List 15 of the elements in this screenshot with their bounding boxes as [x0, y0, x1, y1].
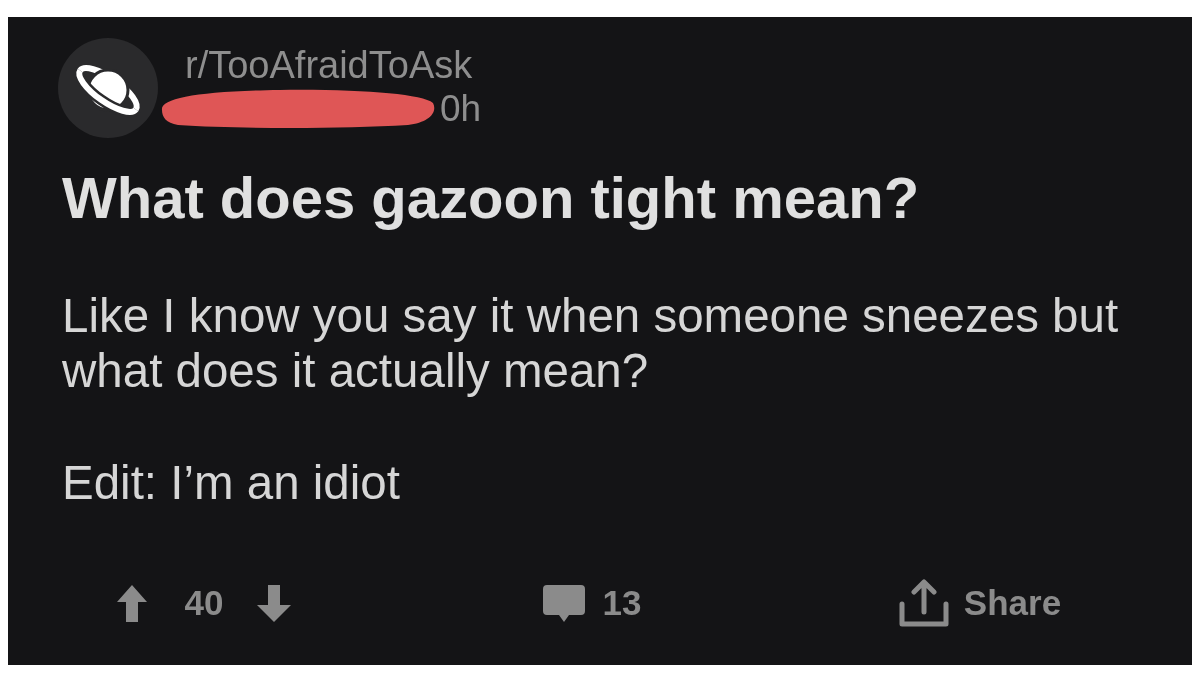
post-text: Like I know you say it when someone sneezes but what does it actually mean? [62, 288, 1120, 398]
comments-button[interactable]: 13 [542, 583, 642, 623]
speech-bubble-icon [542, 584, 585, 622]
upvote-button[interactable] [116, 584, 147, 622]
downvote-button[interactable] [257, 584, 292, 622]
post-text: Edit: I’m an idiot [62, 455, 401, 510]
up-arrow-icon [116, 584, 147, 622]
down-arrow-icon [257, 584, 292, 622]
vote-score: 40 [184, 583, 224, 623]
planet-icon [58, 38, 158, 138]
subreddit-link[interactable]: r/TooAfraidToAsk [185, 43, 482, 87]
share-icon [898, 579, 949, 627]
share-button[interactable]: Share [898, 579, 1062, 627]
post-time: 0h [440, 87, 482, 130]
post-title: What does gazoon tight mean? [62, 164, 921, 232]
